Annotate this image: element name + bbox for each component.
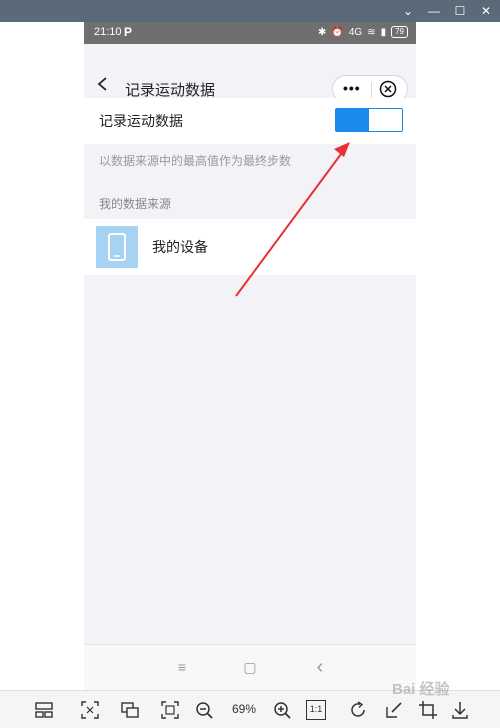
alarm-icon: ⏰ (331, 26, 344, 38)
page-title: 记录运动数据 (125, 82, 216, 99)
zoom-out-icon[interactable] (194, 700, 214, 720)
sources-section-label: 我的数据来源 (99, 197, 172, 211)
minimize-icon[interactable]: — (428, 3, 440, 19)
status-bar: 21:10 P ✱ ⏰ 4G ≋ ▮ 79 (84, 22, 416, 44)
system-back-icon[interactable]: ‹ (310, 657, 330, 677)
record-data-row: 记录运动数据 (84, 98, 416, 144)
capsule-divider (371, 82, 372, 98)
back-icon[interactable] (96, 77, 110, 91)
menu-icon[interactable]: ≡ (172, 657, 192, 677)
viewer-title-bar: ⌄ — ☐ ✕ (0, 0, 500, 22)
hint-text: 以数据来源中的最高值作为最终步数 (99, 154, 292, 168)
home-icon[interactable]: ▢ (240, 657, 260, 677)
close-icon[interactable] (379, 80, 397, 98)
thumbnails-icon[interactable] (34, 700, 54, 720)
list-item[interactable]: 我的设备 (84, 219, 416, 275)
signal-label: 4G (348, 26, 363, 38)
phone-screen: 21:10 P ✱ ⏰ 4G ≋ ▮ 79 记录运动数据 ••• 记录运动数据 (84, 22, 416, 690)
bluetooth-icon: ✱ (318, 26, 327, 38)
download-icon[interactable] (450, 700, 470, 720)
maximize-icon[interactable]: ☐ (454, 3, 466, 19)
status-icons: ✱ ⏰ 4G ≋ ▮ 79 (318, 26, 408, 38)
fullscreen-icon[interactable] (80, 700, 100, 720)
record-data-label: 记录运动数据 (99, 113, 183, 129)
phone-icon (96, 226, 138, 268)
watermark-logo: Bai 经验 (392, 681, 450, 698)
toggle-fill (336, 109, 369, 131)
app-badge: P (124, 25, 133, 39)
system-nav-bar: ≡ ▢ ‹ (84, 644, 416, 690)
zoom-in-icon[interactable] (272, 700, 292, 720)
record-data-toggle[interactable] (335, 108, 403, 132)
crop-icon[interactable] (418, 700, 438, 720)
device-label: 我的设备 (152, 239, 208, 255)
collapse-icon[interactable]: ⌄ (402, 3, 414, 19)
cellular-icon: ▮ (380, 26, 387, 38)
close-window-icon[interactable]: ✕ (480, 3, 492, 19)
rotate-icon[interactable] (348, 700, 368, 720)
actual-size-button[interactable]: 1:1 (306, 700, 326, 720)
zoom-level: 69% (232, 702, 257, 716)
status-time: 21:10 (94, 26, 122, 38)
window-controls: ⌄ — ☐ ✕ (402, 3, 492, 19)
image-info-icon[interactable] (120, 700, 140, 720)
wifi-icon: ≋ (367, 26, 376, 38)
battery-icon: 79 (391, 26, 408, 38)
edit-icon[interactable] (384, 700, 404, 720)
fit-window-icon[interactable] (160, 700, 180, 720)
more-button[interactable]: ••• (343, 80, 361, 96)
